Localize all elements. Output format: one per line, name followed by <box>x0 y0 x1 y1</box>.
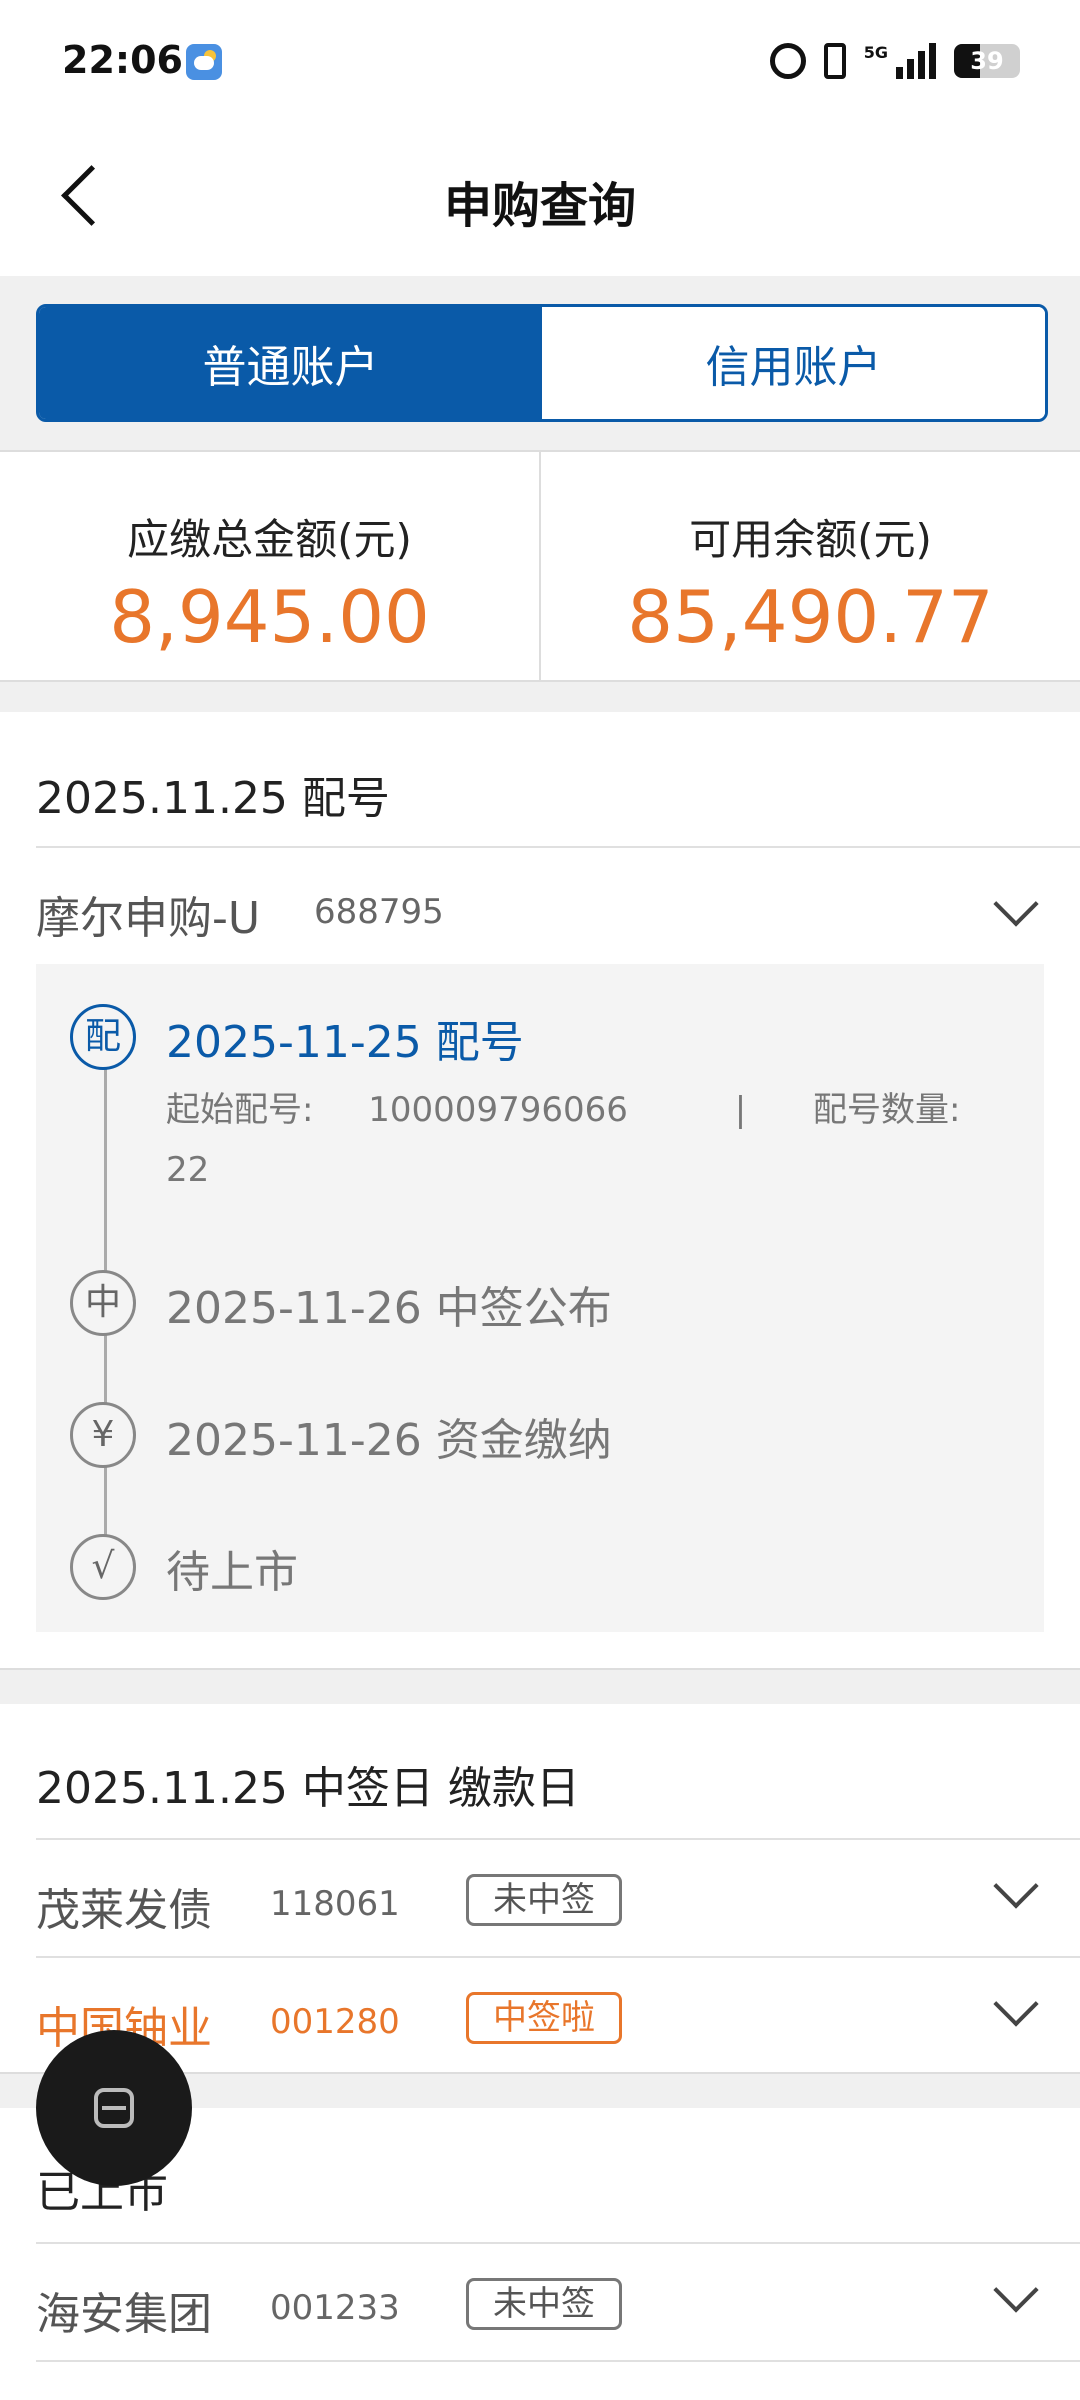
section-divider <box>0 680 1080 714</box>
account-tabs: 普通账户 信用账户 <box>36 304 1048 422</box>
status-time: 22:06 <box>62 38 183 82</box>
section-divider <box>0 1668 1080 1706</box>
stock-code: 001280 <box>270 2002 400 2042</box>
start-number-value: 100009796066 <box>368 1090 628 1130</box>
nav-bar: 申购查询 <box>0 120 1080 276</box>
battery-icon: 39 <box>954 44 1020 78</box>
listing-step-icon: √ <box>70 1534 136 1600</box>
payment-step-title: 2025-11-26 资金缴纳 <box>166 1415 612 1466</box>
weather-icon <box>186 44 222 80</box>
stock-code: 688795 <box>314 892 444 932</box>
available-balance-block: 可用余额(元) 85,490.77 <box>539 452 1080 680</box>
due-amount-value: 8,945.00 <box>109 575 430 659</box>
battery-level: 39 <box>970 47 1004 75</box>
due-amount-label: 应缴总金额(元) <box>127 515 412 564</box>
allotment-timeline: 配 2025-11-25 配号 起始配号: 100009796066 | 配号数… <box>36 964 1044 1632</box>
allotment-step-icon: 配 <box>70 1004 136 1070</box>
available-balance-value: 85,490.77 <box>627 575 994 659</box>
due-amount-block: 应缴总金额(元) 8,945.00 <box>0 452 539 680</box>
allotment-step-title: 2025-11-25 配号 <box>166 1017 524 1068</box>
chevron-down-icon[interactable] <box>992 2274 1036 2318</box>
chevron-down-icon[interactable] <box>992 1988 1036 2032</box>
status-bar: 22:06 5G 39 <box>0 0 1080 120</box>
page-title: 申购查询 <box>443 178 636 234</box>
section-title: 2025.11.25 中签日 缴款日 <box>36 1763 580 1814</box>
status-badge: 中签啦 <box>466 1992 622 2044</box>
signal-icon <box>896 43 936 79</box>
allotment-detail: 起始配号: 100009796066 | 配号数量: <box>166 1082 960 1131</box>
stock-name: 摩尔申购-U <box>36 893 261 944</box>
status-icons: 5G 39 <box>769 38 1020 84</box>
stock-code: 001233 <box>270 2288 400 2328</box>
winning-section: 2025.11.25 中签日 缴款日 茂莱发债 118061 未中签 中国铀业 … <box>0 1704 1080 2072</box>
winning-step-icon: 中 <box>70 1270 136 1336</box>
network-type: 5G <box>863 42 888 62</box>
listing-step-title: 待上市 <box>166 1547 298 1598</box>
available-balance-label: 可用余额(元) <box>689 515 932 564</box>
stock-name: 茂莱发债 <box>36 1885 212 1936</box>
alarm-icon <box>769 43 806 79</box>
detail-separator: | <box>734 1090 747 1130</box>
status-badge: 未中签 <box>466 2278 622 2330</box>
chevron-down-icon[interactable] <box>992 1870 1036 1914</box>
stock-name: 海安集团 <box>36 2289 212 2340</box>
stock-row[interactable]: 摩尔申购-U 688795 <box>0 848 1080 966</box>
vibrate-icon <box>823 43 846 79</box>
account-tabs-area: 普通账户 信用账户 <box>0 276 1080 450</box>
winning-step-title: 2025-11-26 中签公布 <box>166 1283 612 1334</box>
divider <box>36 2360 1080 2362</box>
tab-credit-account[interactable]: 信用账户 <box>542 307 1045 419</box>
stock-code: 118061 <box>270 1884 400 1924</box>
start-number-label: 起始配号: <box>166 1090 314 1130</box>
section-title: 2025.11.25 配号 <box>36 773 390 824</box>
stock-row[interactable]: 海安集团 001233 未中签 <box>0 2244 1080 2362</box>
stock-row[interactable]: 茂莱发债 118061 未中签 <box>0 1840 1080 1958</box>
summary-panel: 应缴总金额(元) 8,945.00 可用余额(元) 85,490.77 <box>0 450 1080 682</box>
allotment-count-value: 22 <box>166 1150 210 1190</box>
tab-normal-account[interactable]: 普通账户 <box>39 307 542 419</box>
payment-step-icon: ¥ <box>70 1402 136 1468</box>
chevron-up-icon[interactable] <box>992 888 1036 932</box>
status-badge: 未中签 <box>466 1874 622 1926</box>
allotment-count-label: 配号数量: <box>812 1090 961 1130</box>
floating-assistant-button[interactable] <box>36 2030 192 2186</box>
